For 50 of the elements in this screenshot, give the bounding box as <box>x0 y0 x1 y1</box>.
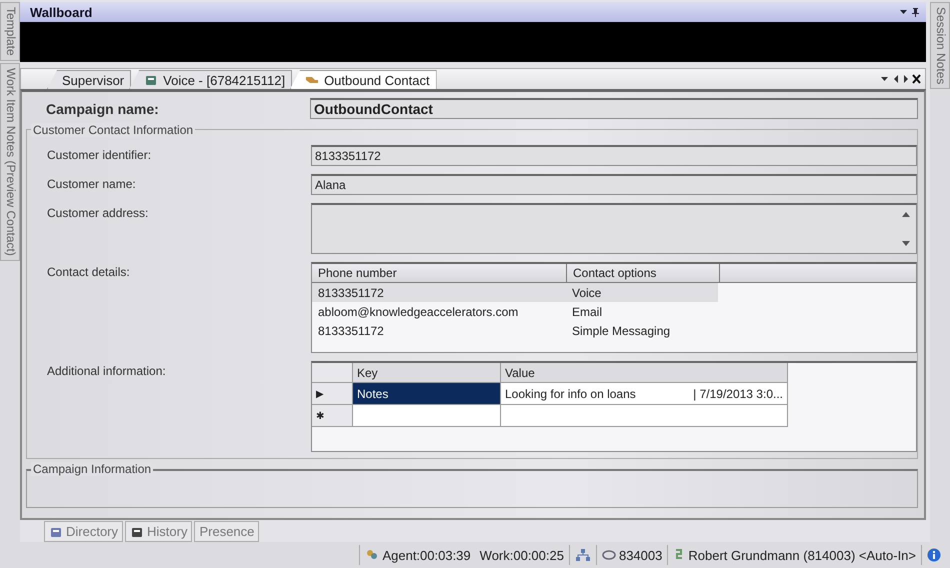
status-text: Agent:00:03:39 <box>382 548 471 562</box>
input-field[interactable]: Alana <box>311 174 917 195</box>
campaign-name-field[interactable]: OutboundContact <box>310 98 918 119</box>
status-text: Work:00:00:25 <box>480 548 564 562</box>
field-label: Customer address: <box>47 205 150 220</box>
document-tab[interactable]: Outbound Contact <box>290 70 437 89</box>
cell-text: Looking for info on loans <box>505 386 636 400</box>
field-label: Customer identifier: <box>47 147 152 162</box>
address-field[interactable] <box>311 203 917 254</box>
column-header[interactable]: Contact options <box>567 264 720 282</box>
agents-icon <box>365 548 380 562</box>
info-icon[interactable] <box>927 548 941 562</box>
group-title: Campaign Information <box>31 462 154 476</box>
pin-icon[interactable] <box>900 7 920 17</box>
table-cell[interactable]: Email <box>566 302 718 321</box>
row-header <box>312 363 353 383</box>
table-cell[interactable]: Notes <box>353 383 501 405</box>
cell-text: | 7/19/2013 3:0... <box>693 386 783 400</box>
field-label: Contact details: <box>47 264 131 279</box>
field-label: Campaign name: <box>46 100 160 117</box>
status-text: 834003 <box>618 548 662 562</box>
table-cell[interactable] <box>501 405 788 427</box>
column-header[interactable]: Phone number <box>312 264 567 282</box>
bottom-tab[interactable]: Directory <box>44 521 124 542</box>
table-cell[interactable]: abloom@knowledgeaccelerators.com <box>312 302 566 321</box>
field-label: Customer name: <box>47 176 137 191</box>
column-header[interactable]: Key <box>353 363 501 383</box>
field-label: Additional information: <box>47 363 167 378</box>
table-cell[interactable]: Simple Messaging <box>566 321 718 340</box>
row-marker: ✱ <box>312 405 353 427</box>
bottom-tab[interactable]: Presence <box>194 521 260 542</box>
document-tab[interactable]: Supervisor <box>47 70 132 89</box>
table-cell[interactable]: Looking for info on loans | 7/19/2013 3:0... <box>501 383 788 405</box>
status-text: Robert Grundmann (814003) <Auto-In> <box>688 548 916 562</box>
input-field[interactable]: 8133351172 <box>311 145 917 166</box>
side-tab[interactable]: Template <box>0 2 20 61</box>
column-header[interactable]: Value <box>501 363 788 383</box>
table-cell[interactable] <box>353 405 501 427</box>
side-tab[interactable]: Work Item Notes (Preview Contact) <box>0 62 20 261</box>
group-title: Customer Contact Information <box>31 123 196 137</box>
row-marker: ▶ <box>312 383 353 405</box>
bottom-tab[interactable]: History <box>125 521 192 542</box>
network-icon[interactable] <box>574 548 591 562</box>
table-cell[interactable]: 8133351172 <box>312 283 566 302</box>
side-tab[interactable]: Session Notes <box>930 2 950 90</box>
document-tab[interactable]: Voice - [6784215112] <box>129 70 292 89</box>
table-cell[interactable]: Voice <box>566 283 718 302</box>
tab-controls-icon[interactable] <box>881 74 921 84</box>
table-cell[interactable]: 8133351172 <box>312 321 566 340</box>
wallboard-title: Wallboard <box>30 4 92 20</box>
